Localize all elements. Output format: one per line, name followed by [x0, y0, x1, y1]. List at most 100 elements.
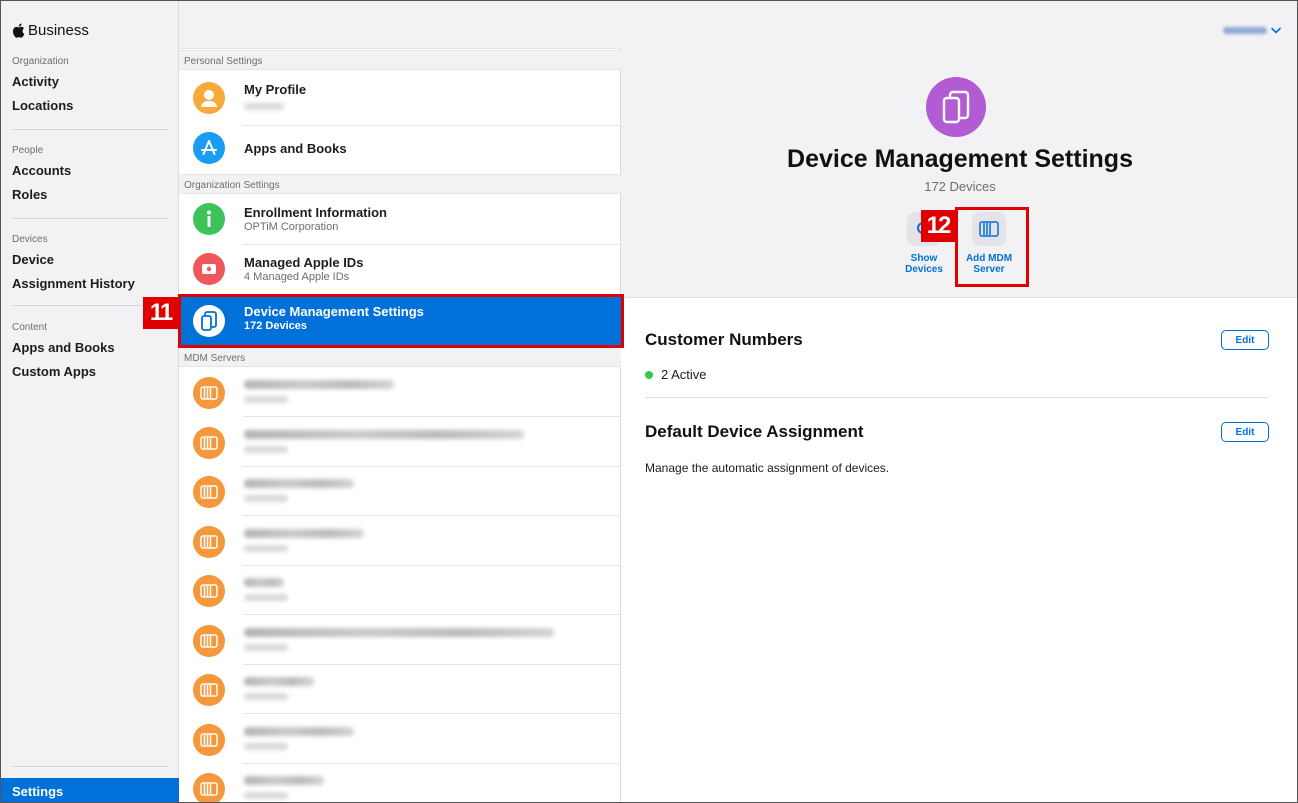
redacted-server-name: [244, 479, 354, 488]
redacted-server-detail: [244, 445, 288, 453]
mdm-server-icon: [193, 773, 225, 802]
info-icon: [193, 203, 225, 235]
sidebar-item-settings[interactable]: Settings: [1, 778, 179, 802]
list-item-subtitle: OPTiM Corporation: [244, 221, 339, 233]
customer-numbers-edit-button[interactable]: Edit: [1221, 330, 1269, 350]
section-header-mdm-servers: MDM Servers: [179, 347, 621, 367]
redacted-server-detail: [244, 396, 288, 403]
mdm-server-icon: [979, 221, 999, 237]
customer-numbers-status: 2 Active: [645, 367, 707, 382]
list-item-subtitle: 4 Managed Apple IDs: [244, 271, 350, 283]
redacted-server-name: [244, 677, 314, 686]
redacted-server-detail: [244, 495, 288, 502]
mdm-server-icon: [193, 476, 225, 508]
redacted-server-detail: [244, 643, 288, 651]
annotation-badge-12: 12: [921, 210, 955, 242]
redacted-server-name: [244, 528, 364, 538]
sidebar-item-locations[interactable]: Locations: [12, 98, 73, 113]
app-window: Business Organization Activity Locations…: [0, 0, 1298, 803]
default-assignment-edit-button[interactable]: Edit: [1221, 422, 1269, 442]
sidebar-item-apps-and-books[interactable]: Apps and Books: [12, 340, 115, 355]
list-item-title: Managed Apple IDs: [244, 255, 364, 270]
active-status-dot: [645, 370, 653, 379]
annotation-badge-11: 11: [143, 297, 178, 329]
redacted-server-detail: [244, 594, 288, 601]
divider: [645, 397, 1269, 398]
apple-logo-icon: [12, 23, 25, 38]
redacted-server-detail: [244, 792, 288, 799]
default-assignment-description: Manage the automatic assignment of devic…: [645, 461, 890, 475]
redacted-server-name: [244, 627, 554, 637]
sidebar-item-device[interactable]: Device: [12, 252, 54, 267]
default-device-assignment-title: Default Device Assignment: [645, 422, 864, 441]
group-title-organization: Organization: [12, 56, 69, 67]
show-devices-label[interactable]: Show Devices: [892, 253, 956, 275]
redacted-server-detail: [244, 742, 288, 750]
list-item-title: Device Management Settings: [244, 304, 424, 319]
page-subtitle: 172 Devices: [924, 179, 996, 194]
mdm-server-icon: [193, 377, 225, 409]
settings-list: Personal Settings My Profile Apps and Bo…: [179, 1, 621, 802]
section-header-organization: Organization Settings: [179, 174, 621, 194]
mdm-server-icon: [193, 426, 225, 459]
status-text: 2 Active: [661, 367, 707, 382]
mdm-server-item[interactable]: [179, 616, 621, 665]
mdm-server-icon: [193, 525, 225, 558]
device-management-icon: [926, 77, 986, 137]
redacted-server-detail: [244, 693, 288, 700]
sidebar-item-assignment-history[interactable]: Assignment History: [12, 276, 135, 291]
redacted-server-name: [244, 429, 524, 439]
list-item-my-profile[interactable]: My Profile: [179, 70, 621, 126]
sidebar-item-activity[interactable]: Activity: [12, 74, 59, 89]
brand: Business: [12, 22, 89, 39]
add-mdm-server-button[interactable]: [972, 212, 1006, 246]
mdm-server-item[interactable]: [179, 467, 621, 516]
sidebar-item-custom-apps[interactable]: Custom Apps: [12, 364, 96, 379]
chevron-down-icon: [1271, 27, 1281, 34]
mdm-server-item[interactable]: [179, 566, 621, 615]
managed-id-icon: [193, 253, 225, 285]
mdm-server-item[interactable]: [179, 368, 621, 417]
redacted-text: [244, 103, 284, 110]
sidebar-item-roles[interactable]: Roles: [12, 187, 47, 202]
mdm-server-item[interactable]: [179, 764, 621, 802]
divider: [12, 218, 168, 219]
redacted-server-name: [244, 726, 354, 736]
divider: [12, 129, 168, 130]
add-mdm-server-label[interactable]: Add MDM Server: [957, 253, 1021, 275]
brand-label: Business: [28, 22, 89, 39]
profile-icon: [193, 82, 225, 114]
redacted-server-detail: [244, 544, 288, 552]
mdm-server-item[interactable]: [179, 665, 621, 714]
group-title-devices: Devices: [12, 234, 48, 245]
mdm-server-item[interactable]: [179, 418, 621, 467]
redacted-server-name: [244, 380, 394, 389]
list-item-managed-apple-ids[interactable]: Managed Apple IDs 4 Managed Apple IDs: [179, 245, 621, 294]
list-item-enrollment-information[interactable]: Enrollment Information OPTiM Corporation: [179, 194, 621, 245]
mdm-server-item[interactable]: [179, 715, 621, 764]
mdm-server-item[interactable]: [179, 517, 621, 566]
page-title: Device Management Settings: [787, 145, 1133, 173]
redacted-account-name: [1223, 27, 1267, 34]
account-menu[interactable]: [1223, 27, 1281, 34]
mdm-server-icon: [193, 674, 225, 706]
device-management-icon: [193, 305, 225, 337]
customer-numbers-title: Customer Numbers: [645, 330, 803, 349]
mdm-server-icon: [193, 575, 225, 607]
list-toolbar: [179, 1, 621, 49]
list-item-device-management-settings[interactable]: Device Management Settings 172 Devices: [179, 295, 621, 347]
section-header-personal: Personal Settings: [179, 50, 621, 70]
list-item-subtitle: 172 Devices: [244, 320, 307, 332]
list-item-title: Enrollment Information: [244, 205, 387, 220]
group-title-content: Content: [12, 322, 48, 333]
list-item-apps-and-books[interactable]: Apps and Books: [179, 126, 621, 174]
redacted-server-name: [244, 776, 324, 785]
detail-header: Device Management Settings 172 Devices S…: [621, 1, 1297, 298]
mdm-server-icon: [193, 723, 225, 756]
divider: [12, 766, 168, 767]
list-item-title: My Profile: [244, 82, 307, 97]
sidebar-item-accounts[interactable]: Accounts: [12, 163, 71, 178]
sidebar: Business Organization Activity Locations…: [1, 1, 179, 802]
list-item-title: Apps and Books: [244, 141, 347, 156]
detail-pane: Device Management Settings 172 Devices S…: [621, 1, 1297, 802]
